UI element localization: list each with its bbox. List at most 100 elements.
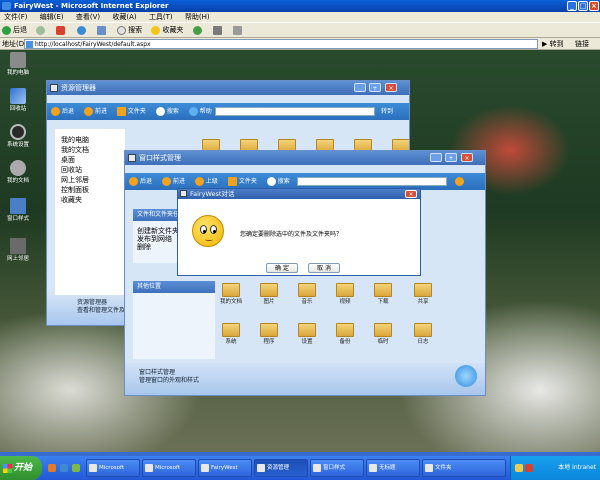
- taskbar-item-active[interactable]: 资源管理: [254, 459, 308, 477]
- menu-favorites[interactable]: 收藏(A): [112, 13, 136, 21]
- taskbar-item[interactable]: Microsoft: [142, 459, 196, 477]
- menu-file[interactable]: 文件(F): [4, 13, 28, 21]
- folder-item[interactable]: 系统: [213, 323, 249, 346]
- page-icon: [26, 41, 33, 48]
- close-icon[interactable]: ×: [589, 1, 599, 11]
- other-places-panel: 其他位置: [133, 281, 215, 359]
- home-icon: [96, 25, 106, 35]
- taskbar-item[interactable]: Microsoft: [86, 459, 140, 477]
- media-button[interactable]: [192, 23, 204, 38]
- stop-icon: [56, 25, 66, 35]
- folder-item[interactable]: 图片: [251, 283, 287, 306]
- minimize-icon[interactable]: _: [430, 153, 442, 162]
- forward-button[interactable]: 前进: [83, 103, 107, 120]
- refresh-button[interactable]: [76, 23, 88, 38]
- folder-item[interactable]: 设置: [289, 323, 325, 346]
- firefox-icon[interactable]: [48, 464, 56, 472]
- folder-item[interactable]: 程序: [251, 323, 287, 346]
- window-style-search-input[interactable]: [297, 177, 447, 186]
- network-tray-icon[interactable]: [515, 464, 523, 472]
- explorer-titlebar[interactable]: 资源管理器 _ + ×: [47, 81, 409, 95]
- security-tray-icon[interactable]: [525, 464, 533, 472]
- explorer-search-input[interactable]: [215, 107, 375, 116]
- status-title: 窗口样式管理: [139, 369, 176, 376]
- dialog-titlebar[interactable]: FairyWest对话: [178, 189, 420, 199]
- desktop-icon-network[interactable]: 网上邻居: [0, 238, 38, 263]
- back-button[interactable]: 后退: [2, 23, 27, 38]
- dialog-cancel-button[interactable]: 取 消: [308, 263, 340, 273]
- tree-item[interactable]: 我的电脑: [61, 135, 119, 145]
- menu-view[interactable]: 查看(V): [76, 13, 100, 21]
- home-button[interactable]: [96, 23, 108, 38]
- minimize-icon[interactable]: _: [567, 1, 577, 11]
- folder-item[interactable]: 我的文档: [213, 283, 249, 306]
- ie-icon[interactable]: [60, 464, 68, 472]
- desktop-icon-recycle[interactable]: 回收站: [0, 88, 38, 113]
- close-icon[interactable]: ×: [385, 83, 397, 92]
- links-label[interactable]: 链接: [575, 38, 589, 50]
- taskbar-item[interactable]: 无标题: [366, 459, 420, 477]
- stop-button[interactable]: [56, 23, 67, 38]
- tree-item[interactable]: 桌面: [61, 155, 119, 165]
- folder-item[interactable]: 音乐: [289, 283, 325, 306]
- back-button[interactable]: 后退: [51, 103, 74, 120]
- start-button[interactable]: 开始: [0, 456, 42, 480]
- favorites-button[interactable]: 收藏夹: [151, 23, 183, 38]
- menu-help[interactable]: 帮助(H): [185, 13, 210, 21]
- folder-item[interactable]: 备份: [327, 323, 363, 346]
- dialog-ok-button[interactable]: 确 定: [266, 263, 298, 273]
- go-button[interactable]: 转到: [381, 103, 393, 120]
- taskbar-item[interactable]: 窗口样式: [310, 459, 364, 477]
- network-icon: [10, 238, 26, 254]
- window-icon: [128, 154, 136, 162]
- taskbar-item[interactable]: 文件夹: [422, 459, 506, 477]
- menu-tools[interactable]: 工具(T): [149, 13, 173, 21]
- folder-item[interactable]: 共享: [405, 283, 441, 306]
- search-button[interactable]: 搜索: [117, 23, 142, 38]
- tree-item[interactable]: 控制面板: [61, 185, 119, 195]
- tree-item[interactable]: 我的文档: [61, 145, 119, 155]
- taskbar: 开始 Microsoft Microsoft FairyWest 资源管理 窗口…: [0, 456, 600, 480]
- media-icon[interactable]: [72, 464, 80, 472]
- menu-edit[interactable]: 编辑(E): [40, 13, 64, 21]
- print-button[interactable]: [233, 23, 244, 38]
- taskbar-item[interactable]: FairyWest: [198, 459, 252, 477]
- desktop-icon-computer[interactable]: 我的电脑: [0, 52, 38, 77]
- status-text: 管理窗口的外观和样式: [139, 377, 200, 384]
- maximize-icon[interactable]: □: [578, 1, 588, 11]
- help-icon: [188, 107, 198, 116]
- desktop-icon-documents[interactable]: 我的文档: [0, 160, 38, 185]
- folder-item[interactable]: 临时: [365, 323, 401, 346]
- mail-button[interactable]: [212, 23, 224, 38]
- tree-item[interactable]: 回收站: [61, 165, 119, 175]
- folder-item[interactable]: 日志: [405, 323, 441, 346]
- close-icon[interactable]: ×: [461, 153, 473, 162]
- folder-icon: [227, 177, 237, 186]
- folder-item[interactable]: 下载: [365, 283, 401, 306]
- other-places-header[interactable]: 其他位置: [133, 281, 215, 293]
- tree-item[interactable]: 收藏夹: [61, 195, 119, 205]
- search-button[interactable]: 搜索: [155, 103, 179, 120]
- desktop-icon-settings[interactable]: 系统设置: [0, 124, 38, 149]
- address-input[interactable]: http://localhost/FairyWest/default.aspx: [24, 39, 538, 49]
- confirm-dialog[interactable]: FairyWest对话 × 您确定要删除选中的文件及文件夹吗？ 确 定 取 消: [177, 188, 421, 276]
- window-style-titlebar[interactable]: 窗口样式管理 _ + ×: [125, 151, 485, 165]
- help-button[interactable]: 帮助: [188, 103, 212, 120]
- folder-item[interactable]: 视频: [327, 283, 363, 306]
- ie-addressbar: 地址(D) http://localhost/FairyWest/default…: [0, 38, 600, 50]
- forward-button[interactable]: [36, 23, 47, 38]
- minimize-icon[interactable]: _: [354, 83, 366, 92]
- folder-icon: [414, 283, 432, 297]
- folder-icon: [374, 283, 392, 297]
- desktop-icon-window-style[interactable]: 窗口样式: [0, 198, 38, 223]
- back-button[interactable]: 后退: [129, 173, 152, 190]
- folder-icon: [116, 107, 126, 116]
- tree-item[interactable]: 网上邻居: [61, 175, 119, 185]
- folders-button[interactable]: 文件夹: [116, 103, 146, 120]
- thinking-face-icon: [192, 215, 224, 247]
- maximize-icon[interactable]: +: [369, 83, 381, 92]
- go-button[interactable]: ▶ 转到: [542, 39, 572, 49]
- dialog-close-button[interactable]: ×: [405, 190, 417, 198]
- maximize-icon[interactable]: +: [445, 153, 457, 162]
- go-icon[interactable]: [455, 177, 464, 186]
